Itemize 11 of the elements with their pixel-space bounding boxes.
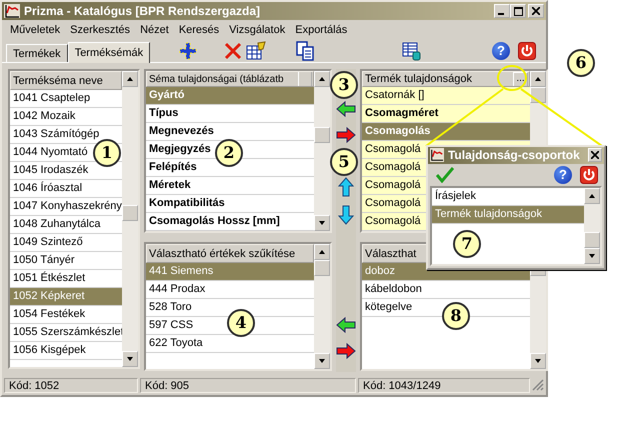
status-field: Kód: 1043/1249 [358, 378, 530, 392]
header-label: Választhat [365, 248, 416, 260]
header-label: Séma tulajdonságai (táblázatb [149, 74, 285, 84]
callout-marker: 6 [567, 49, 595, 77]
status-field: Kód: 905 [140, 378, 356, 392]
header-label: Termékséma neve [13, 74, 103, 86]
window-title: Prizma - Katalógus [BPR Rendszergazda] [24, 4, 260, 18]
header-label: Választható értékek szűkítése [149, 248, 296, 260]
dialog-title: Tulajdonság-csoportok [448, 148, 580, 162]
status-field: Kód: 1052 [4, 378, 138, 392]
header-label: Termék tulajdonságok [365, 73, 474, 85]
